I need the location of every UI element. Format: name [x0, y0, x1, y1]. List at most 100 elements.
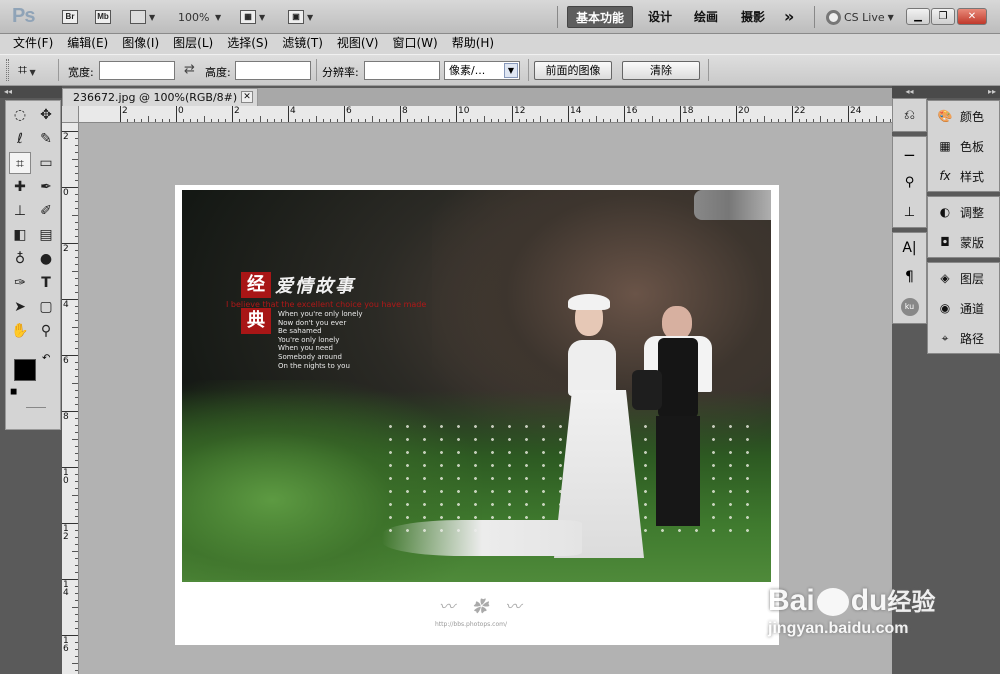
panel-adjustments[interactable]: ◐ 调整	[928, 197, 999, 227]
ruler-tool-icon[interactable]: ▭	[35, 152, 57, 174]
dodge-tool-icon[interactable]: ●	[35, 248, 57, 270]
menu-edit[interactable]: 编辑(E)	[60, 34, 115, 54]
lasso-tool-icon[interactable]: ℓ	[9, 128, 31, 150]
workspace-design[interactable]: 设计	[640, 6, 680, 28]
brush-presets-icon[interactable]: ⚊	[904, 145, 916, 160]
menu-image[interactable]: 图像(I)	[115, 34, 166, 54]
ruler-minor-tick	[72, 607, 78, 608]
quick-selection-tool-icon[interactable]: ✎	[35, 128, 57, 150]
clone-stamp-tool-icon[interactable]: ⊥	[9, 200, 31, 222]
clear-button[interactable]: 清除	[622, 61, 700, 80]
dock-expand-icon[interactable]: ▸▸	[927, 86, 1000, 98]
ruler-label: 4	[290, 106, 296, 116]
ruler-minor-tick	[204, 116, 205, 122]
menu-filter[interactable]: 滤镜(T)	[275, 34, 330, 54]
workspace-essentials[interactable]: 基本功能	[567, 6, 634, 28]
paragraph-panel-icon[interactable]: ¶	[905, 269, 914, 285]
document-tab[interactable]: 236672.jpg @ 100%(RGB/8#) ✕	[62, 88, 258, 106]
panel-styles[interactable]: fx 样式	[928, 161, 999, 191]
pen-tool-icon[interactable]: ✑	[9, 272, 31, 294]
baidu-jingyan-text: 经验	[887, 589, 936, 616]
panel-channels[interactable]: ◉ 通道	[928, 293, 999, 323]
menu-layer[interactable]: 图层(L)	[166, 34, 220, 54]
ruler-minor-tick	[72, 663, 78, 664]
history-brush-tool-icon[interactable]: ✐	[35, 200, 57, 222]
ruler-minor-tick	[316, 116, 317, 122]
eraser-tool-icon[interactable]: ◧	[9, 224, 31, 246]
kuler-icon[interactable]: ku	[900, 298, 919, 317]
swap-colors-icon[interactable]: ↶	[42, 353, 50, 364]
ruler-minor-tick	[72, 327, 78, 328]
front-image-button[interactable]: 前面的图像	[534, 61, 612, 80]
screen-mode-button[interactable]: ▣ ▼	[288, 8, 313, 26]
horizontal-ruler[interactable]: 2 0 2 4 6 8 10 12 14 16 18 20 22 24	[62, 106, 892, 123]
title-char-dian: 典	[241, 308, 271, 334]
marquee-tool-icon[interactable]: ◌	[9, 104, 31, 126]
ruler-tick	[848, 106, 849, 122]
groom-trousers	[656, 416, 700, 526]
clone-source-icon[interactable]: ⚲	[905, 175, 915, 190]
ruler-tick	[62, 243, 78, 244]
arrange-documents-button[interactable]: ▦ ▼	[240, 8, 265, 26]
gradient-tool-icon[interactable]: ▤	[35, 224, 57, 246]
view-extras-button[interactable]: ▼	[130, 8, 155, 26]
tool-presets-icon[interactable]: ⊥	[904, 205, 915, 220]
minimize-button[interactable]: ▁	[906, 8, 930, 25]
move-tool-icon[interactable]: ✥	[35, 104, 57, 126]
restore-button[interactable]: ❐	[931, 8, 955, 25]
bridge-button[interactable]: Br	[62, 8, 78, 26]
history-panel-icon[interactable]: ⎌	[892, 98, 927, 132]
resolution-unit-select[interactable]: 像素/... ▼	[444, 61, 520, 80]
chevron-down-icon: ▼	[887, 12, 894, 22]
grip-handle[interactable]	[6, 59, 9, 81]
cs-live-button[interactable]: CS Live ▼	[826, 8, 894, 26]
character-panel-icon[interactable]: A|	[902, 240, 916, 256]
workspace-painting[interactable]: 绘画	[686, 6, 726, 28]
dock-collapse-icon[interactable]: ◂◂	[892, 86, 927, 98]
menu-help[interactable]: 帮助(H)	[445, 34, 501, 54]
ruler-tick	[62, 635, 78, 636]
brush-tool-icon[interactable]: ✒	[35, 176, 57, 198]
close-button[interactable]: ✕	[957, 8, 987, 25]
width-input[interactable]	[99, 61, 175, 80]
panel-layers[interactable]: ◈ 图层	[928, 263, 999, 293]
bride-veil	[568, 294, 610, 310]
foreground-color-swatch[interactable]	[14, 359, 36, 381]
height-input[interactable]	[235, 61, 311, 80]
ruler-tick	[512, 106, 513, 122]
type-tool-icon[interactable]: T	[35, 272, 57, 294]
hand-tool-icon[interactable]: ✋	[9, 320, 31, 342]
zoom-level-dropdown[interactable]: 100% ▼	[178, 8, 221, 26]
more-workspaces-button[interactable]: »	[776, 6, 802, 28]
menu-file[interactable]: 文件(F)	[6, 34, 60, 54]
panel-paths[interactable]: ⌖ 路径	[928, 323, 999, 353]
crop-tool-icon[interactable]: ⌗	[9, 152, 31, 174]
mini-bridge-icon: Mb	[95, 10, 111, 24]
groom-vest	[658, 338, 698, 418]
workspace-photography[interactable]: 摄影	[733, 6, 773, 28]
spot-healing-tool-icon[interactable]: ✚	[9, 176, 31, 198]
mini-bridge-button[interactable]: Mb	[95, 8, 111, 26]
panel-masks[interactable]: ◘ 蒙版	[928, 227, 999, 257]
baidu-jingyan-watermark: Bai du经验 jingyan.baidu.com	[768, 582, 998, 652]
panel-label: 颜色	[960, 109, 985, 124]
channels-icon: ◉	[939, 301, 951, 315]
toolbox-collapse-bar[interactable]: ◂◂	[0, 86, 62, 98]
zoom-tool-icon[interactable]: ⚲	[35, 320, 57, 342]
resolution-input[interactable]	[364, 61, 440, 80]
close-tab-icon[interactable]: ✕	[241, 91, 253, 103]
default-colors-icon[interactable]: ◼	[10, 387, 17, 397]
menu-view[interactable]: 视图(V)	[330, 34, 386, 54]
panel-swatches[interactable]: ▦ 色板	[928, 131, 999, 161]
swap-dimensions-icon[interactable]: ⇄	[184, 62, 195, 77]
path-selection-tool-icon[interactable]: ➤	[9, 296, 31, 318]
tool-preset-picker[interactable]: ⌗ ▼	[18, 60, 36, 80]
blur-tool-icon[interactable]: ♁	[9, 248, 31, 270]
vertical-ruler[interactable]: 2 0 2 4 6 8 10 12 14 16	[62, 123, 79, 674]
panel-color[interactable]: 🎨 颜色	[928, 101, 999, 131]
menu-window[interactable]: 窗口(W)	[385, 34, 444, 54]
menu-select[interactable]: 选择(S)	[220, 34, 275, 54]
ruler-label: 6	[346, 106, 352, 116]
rectangle-tool-icon[interactable]: ▢	[35, 296, 57, 318]
chevron-down-icon: ▼	[212, 12, 222, 22]
